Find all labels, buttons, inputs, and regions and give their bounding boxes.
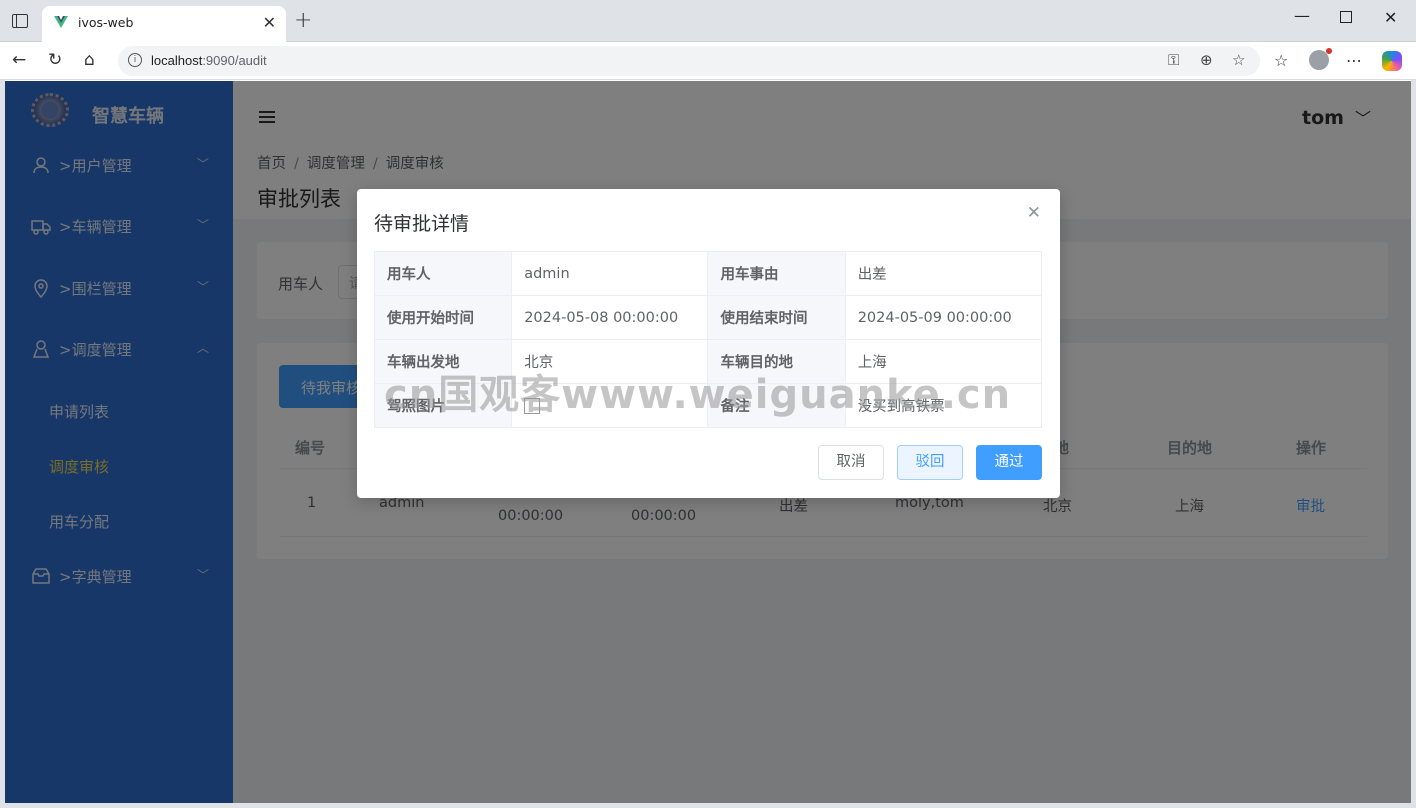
cancel-button[interactable]: 取消 [818, 445, 884, 480]
profile-avatar[interactable] [1309, 48, 1332, 70]
key-icon[interactable]: ⚿ [1168, 51, 1179, 69]
vue-logo-icon [54, 16, 68, 28]
reject-button[interactable]: 驳回 [897, 445, 963, 480]
more-icon[interactable]: ⋯ [1346, 51, 1362, 70]
pass-button[interactable]: 通过 [976, 445, 1042, 480]
zoom-icon[interactable]: ⊕ [1200, 51, 1213, 69]
window-menu-icon[interactable] [12, 14, 28, 28]
close-icon[interactable]: ✕ [1027, 203, 1041, 223]
browser-tab-bar: ivos-web ✕ + — ✕ [0, 0, 1416, 42]
window-frame-left [0, 80, 5, 808]
favorites-icon[interactable]: ☆ [1274, 51, 1288, 70]
site-info-icon[interactable]: i [128, 53, 142, 67]
applicant-label: 用车人 [373, 251, 513, 296]
dialog-title: 待审批详情 [374, 213, 470, 235]
applicant-value: admin [511, 251, 709, 296]
tab-close-icon[interactable]: ✕ [263, 13, 276, 32]
reason-value: 出差 [844, 251, 1043, 296]
audit-detail-dialog: 待审批详情 ✕ 用车人 admin 用车事由 出差 使用开始时间 2024-05… [357, 189, 1060, 498]
tab-title: ivos-web [78, 15, 134, 30]
address-bar: ← ↻ ⌂ i localhost:9090/audit ⚿ ⊕ ☆ ☆ ⋯ [0, 42, 1416, 80]
url-field[interactable]: i localhost:9090/audit ⚿ ⊕ ☆ [118, 46, 1260, 76]
watermark: cn国观客www.weiguanke.cn [384, 372, 1012, 418]
window-frame-right [1411, 80, 1416, 808]
end-time-label: 使用结束时间 [707, 295, 846, 340]
reload-icon[interactable]: ↻ [48, 50, 62, 70]
end-time-value: 2024-05-09 00:00:00 [844, 295, 1043, 340]
minimize-icon[interactable]: — [1294, 6, 1310, 25]
start-time-value: 2024-05-08 00:00:00 [511, 295, 709, 340]
new-tab-icon[interactable]: + [294, 8, 312, 33]
favorite-star-icon[interactable]: ☆ [1232, 51, 1245, 69]
close-window-icon[interactable]: ✕ [1384, 8, 1397, 27]
url-text: localhost:9090/audit [151, 53, 267, 68]
reason-label: 用车事由 [707, 251, 846, 296]
home-icon[interactable]: ⌂ [84, 50, 95, 70]
back-icon[interactable]: ← [12, 50, 26, 70]
copilot-icon[interactable] [1382, 51, 1402, 71]
window-frame-bottom [0, 803, 1416, 808]
browser-tab[interactable]: ivos-web ✕ [42, 6, 286, 42]
maximize-icon[interactable] [1340, 11, 1352, 23]
start-time-label: 使用开始时间 [373, 295, 513, 340]
